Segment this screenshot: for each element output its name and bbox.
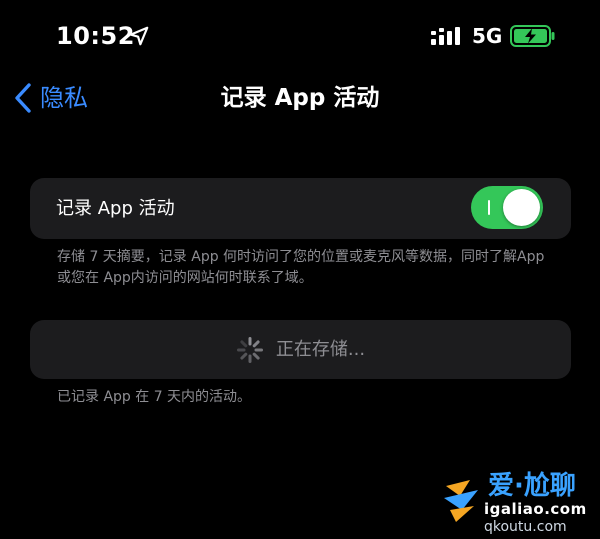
saving-label: 正在存储... [275, 338, 366, 360]
cellular-signal-icon [431, 27, 460, 45]
back-button[interactable]: 隐私 [14, 80, 88, 116]
watermark-domain: igaliao.com [484, 500, 587, 518]
watermark: 爱·尬聊 igaliao.com qkoutu.com [440, 470, 600, 539]
record-app-activity-toggle[interactable] [471, 186, 543, 229]
status-bar: 10:52 5G [0, 0, 600, 72]
record-app-activity-label: 记录 App 活动 [56, 198, 175, 219]
watermark-title: 爱·尬聊 [488, 471, 576, 501]
recorded-activity-status: 已记录 App 在 7 天内的活动。 [57, 389, 252, 405]
chevron-back-icon [15, 83, 31, 113]
location-arrow-icon [129, 26, 149, 46]
back-button-label: 隐私 [40, 84, 88, 112]
network-type-label: 5G [472, 24, 503, 48]
spinner-icon [236, 336, 263, 363]
watermark-logo-icon [444, 480, 478, 522]
status-time: 10:52 [56, 22, 135, 50]
battery-charging-icon [510, 25, 555, 47]
app-activity-settings-screen: 10:52 5G 隐私 记录 App 活动 记录 App 活动 存储 7 天摘要… [0, 0, 600, 539]
record-app-activity-row: 记录 App 活动 [30, 178, 571, 239]
saving-row[interactable]: 正在存储... [30, 320, 571, 379]
toggle-on-indicator [488, 200, 490, 215]
watermark-domain-secondary: qkoutu.com [484, 519, 567, 535]
page-title: 记录 App 活动 [220, 85, 380, 111]
record-app-activity-description: 存储 7 天摘要，记录 App 何时访问了您的位置或麦克风等数据，同时了解App… [57, 249, 545, 286]
saving-row-content: 正在存储... [30, 320, 571, 379]
toggle-knob [503, 189, 540, 226]
